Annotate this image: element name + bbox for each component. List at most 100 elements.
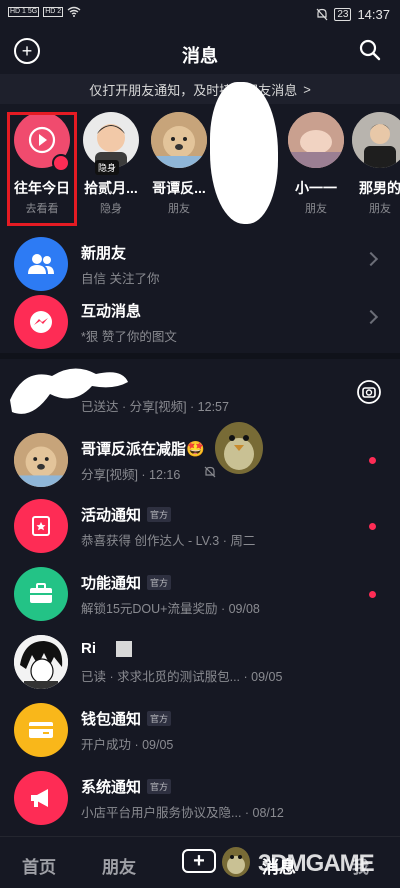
story-name: 那男的 [359,180,400,196]
list-item-redacted-chat[interactable]: 已送达 · 分享[视频] · 12:57 [0,358,400,426]
unread-dot [369,457,376,464]
baby-avatar-icon [288,112,344,168]
dog-avatar-icon [151,112,207,168]
person-avatar-icon [352,112,400,168]
row-title: 钱包通知 官方 [81,708,172,729]
mascot-watermark-icon [222,847,250,877]
row-title-text: Ri [81,640,96,657]
row-title-text: 功能通知 [81,575,142,592]
avatar [14,433,68,487]
redaction-scribble [10,368,128,414]
wifi-icon [67,6,81,17]
row-title: 哥谭反派在减脂🤩 [81,441,205,458]
star-bookmark-icon [32,516,50,536]
briefcase-icon [30,583,52,603]
battery-level: 23 [334,8,352,21]
signal-indicators: HD 1 5G HD 2 [8,6,81,17]
chevron-right-icon: > [303,81,311,97]
official-tag: 官方 [147,779,172,794]
list-item-interactions[interactable]: 互动消息 *狠 赞了你的图文 [0,288,400,356]
story-sub: 朋友 [369,203,391,215]
avatar [14,237,68,291]
story-sub: 朋友 [168,203,190,215]
avatar [14,295,68,349]
avatar [14,635,68,689]
list-item-wallet-notice[interactable]: 钱包通知 官方 开户成功 · 09/05 [0,696,400,764]
official-tag: 官方 [147,575,172,590]
row-sub: 恭喜获得 创作达人 - LV.3 · 周二 [81,534,256,548]
story-name: 小一一 [295,180,337,196]
row-title: 新朋友 [81,245,127,262]
search-button[interactable] [358,38,384,64]
row-title-text: 活动通知 [81,507,142,524]
story-sub: 隐身 [100,203,122,215]
story-item-friend-1[interactable]: 隐身 拾贰月... 隐身 [74,112,148,216]
row-title: 功能通知 官方 [81,572,172,593]
search-icon [359,39,381,61]
unread-dot [369,591,376,598]
row-title: 互动消息 [81,303,142,320]
plus-icon: + [193,850,205,872]
row-title: 活动通知 官方 [81,504,172,525]
avatar [14,703,68,757]
avatar [288,112,344,168]
avatar [14,771,68,825]
row-sub: 自信 关注了你 [81,272,160,286]
people-icon [28,254,54,274]
list-item-system-notice[interactable]: 系统通知 官方 小店平台用户服务协议及隐... · 08/12 [0,764,400,832]
story-name: 哥谭反... [152,180,206,196]
story-item-friend-2[interactable]: 哥谭反... 朋友 [142,112,216,216]
penguin-sticker-icon [215,422,263,474]
header: + 消息 [0,30,400,74]
official-tag: 官方 [147,711,172,726]
row-title-text: 系统通知 [81,779,142,796]
row-title: Ri [81,640,132,657]
list-item-feature-notice[interactable]: 功能通知 官方 解锁15元DOU+流量奖励 · 09/08 [0,560,400,628]
row-title: 系统通知 官方 [81,776,172,797]
mute-bell-icon [316,8,328,21]
story-item-friend-3[interactable]: 小一一 朋友 [279,112,353,216]
status-bar: HD 1 5G HD 2 23 14:37 [0,0,400,30]
official-tag: 官方 [147,507,172,522]
incognito-badge: 隐身 [95,160,120,175]
avatar [352,112,400,168]
friend-notify-banner[interactable]: 仅打开朋友通知，及时接收朋友消息 > [0,74,400,104]
camera-icon [357,380,381,404]
signal-1-label: HD 1 5G [8,6,40,17]
camera-button[interactable] [356,379,382,405]
signal-2-label: HD 2 [43,6,64,17]
unread-dot [369,523,376,530]
story-sub: 朋友 [305,203,327,215]
row-sub: 小店平台用户服务协议及隐... · 08/12 [81,806,284,820]
avatar [14,567,68,621]
clock: 14:37 [357,7,390,22]
list-item-activity-notice[interactable]: 活动通知 官方 恭喜获得 创作达人 - LV.3 · 周二 [0,492,400,560]
story-item-friend-4[interactable]: 那男的 朋友 [343,112,400,216]
banner-text: 仅打开朋友通知，及时接收朋友消息 [89,82,298,98]
row-sub: *狠 赞了你的图文 [81,330,177,344]
row-sub: 分享[视频] · 12:16 [81,468,181,482]
row-sub: 已读 · 求求北觅的测试服包... · 09/05 [81,670,283,684]
tab-home[interactable]: 首页 [22,853,56,878]
avatar [14,499,68,553]
dog-avatar-icon [14,433,68,487]
wallet-card-icon [29,722,53,738]
create-button[interactable]: + [182,849,216,873]
row-title-text: 钱包通知 [81,711,142,728]
page-title: 消息 [182,46,218,66]
list-item-chat[interactable]: 哥谭反派在减脂🤩 分享[视频] · 12:16 [0,426,400,494]
chevron-right-icon [363,251,379,267]
highlight-box [7,112,77,226]
anime-avatar-icon [14,635,68,689]
row-sub: 开户成功 · 09/05 [81,738,174,752]
image-thumb-icon [116,640,132,657]
list-item-chat-ri[interactable]: Ri 已读 · 求求北觅的测试服包... · 09/05 [0,628,400,696]
redaction-scribble [210,82,278,224]
messenger-icon [30,311,52,333]
story-name: 拾贰月... [84,180,138,196]
tab-friends[interactable]: 朋友 [102,853,136,878]
avatar [151,112,207,168]
megaphone-icon [31,789,48,807]
chevron-right-icon [363,309,379,325]
site-watermark: 3DMGAME [258,850,375,877]
